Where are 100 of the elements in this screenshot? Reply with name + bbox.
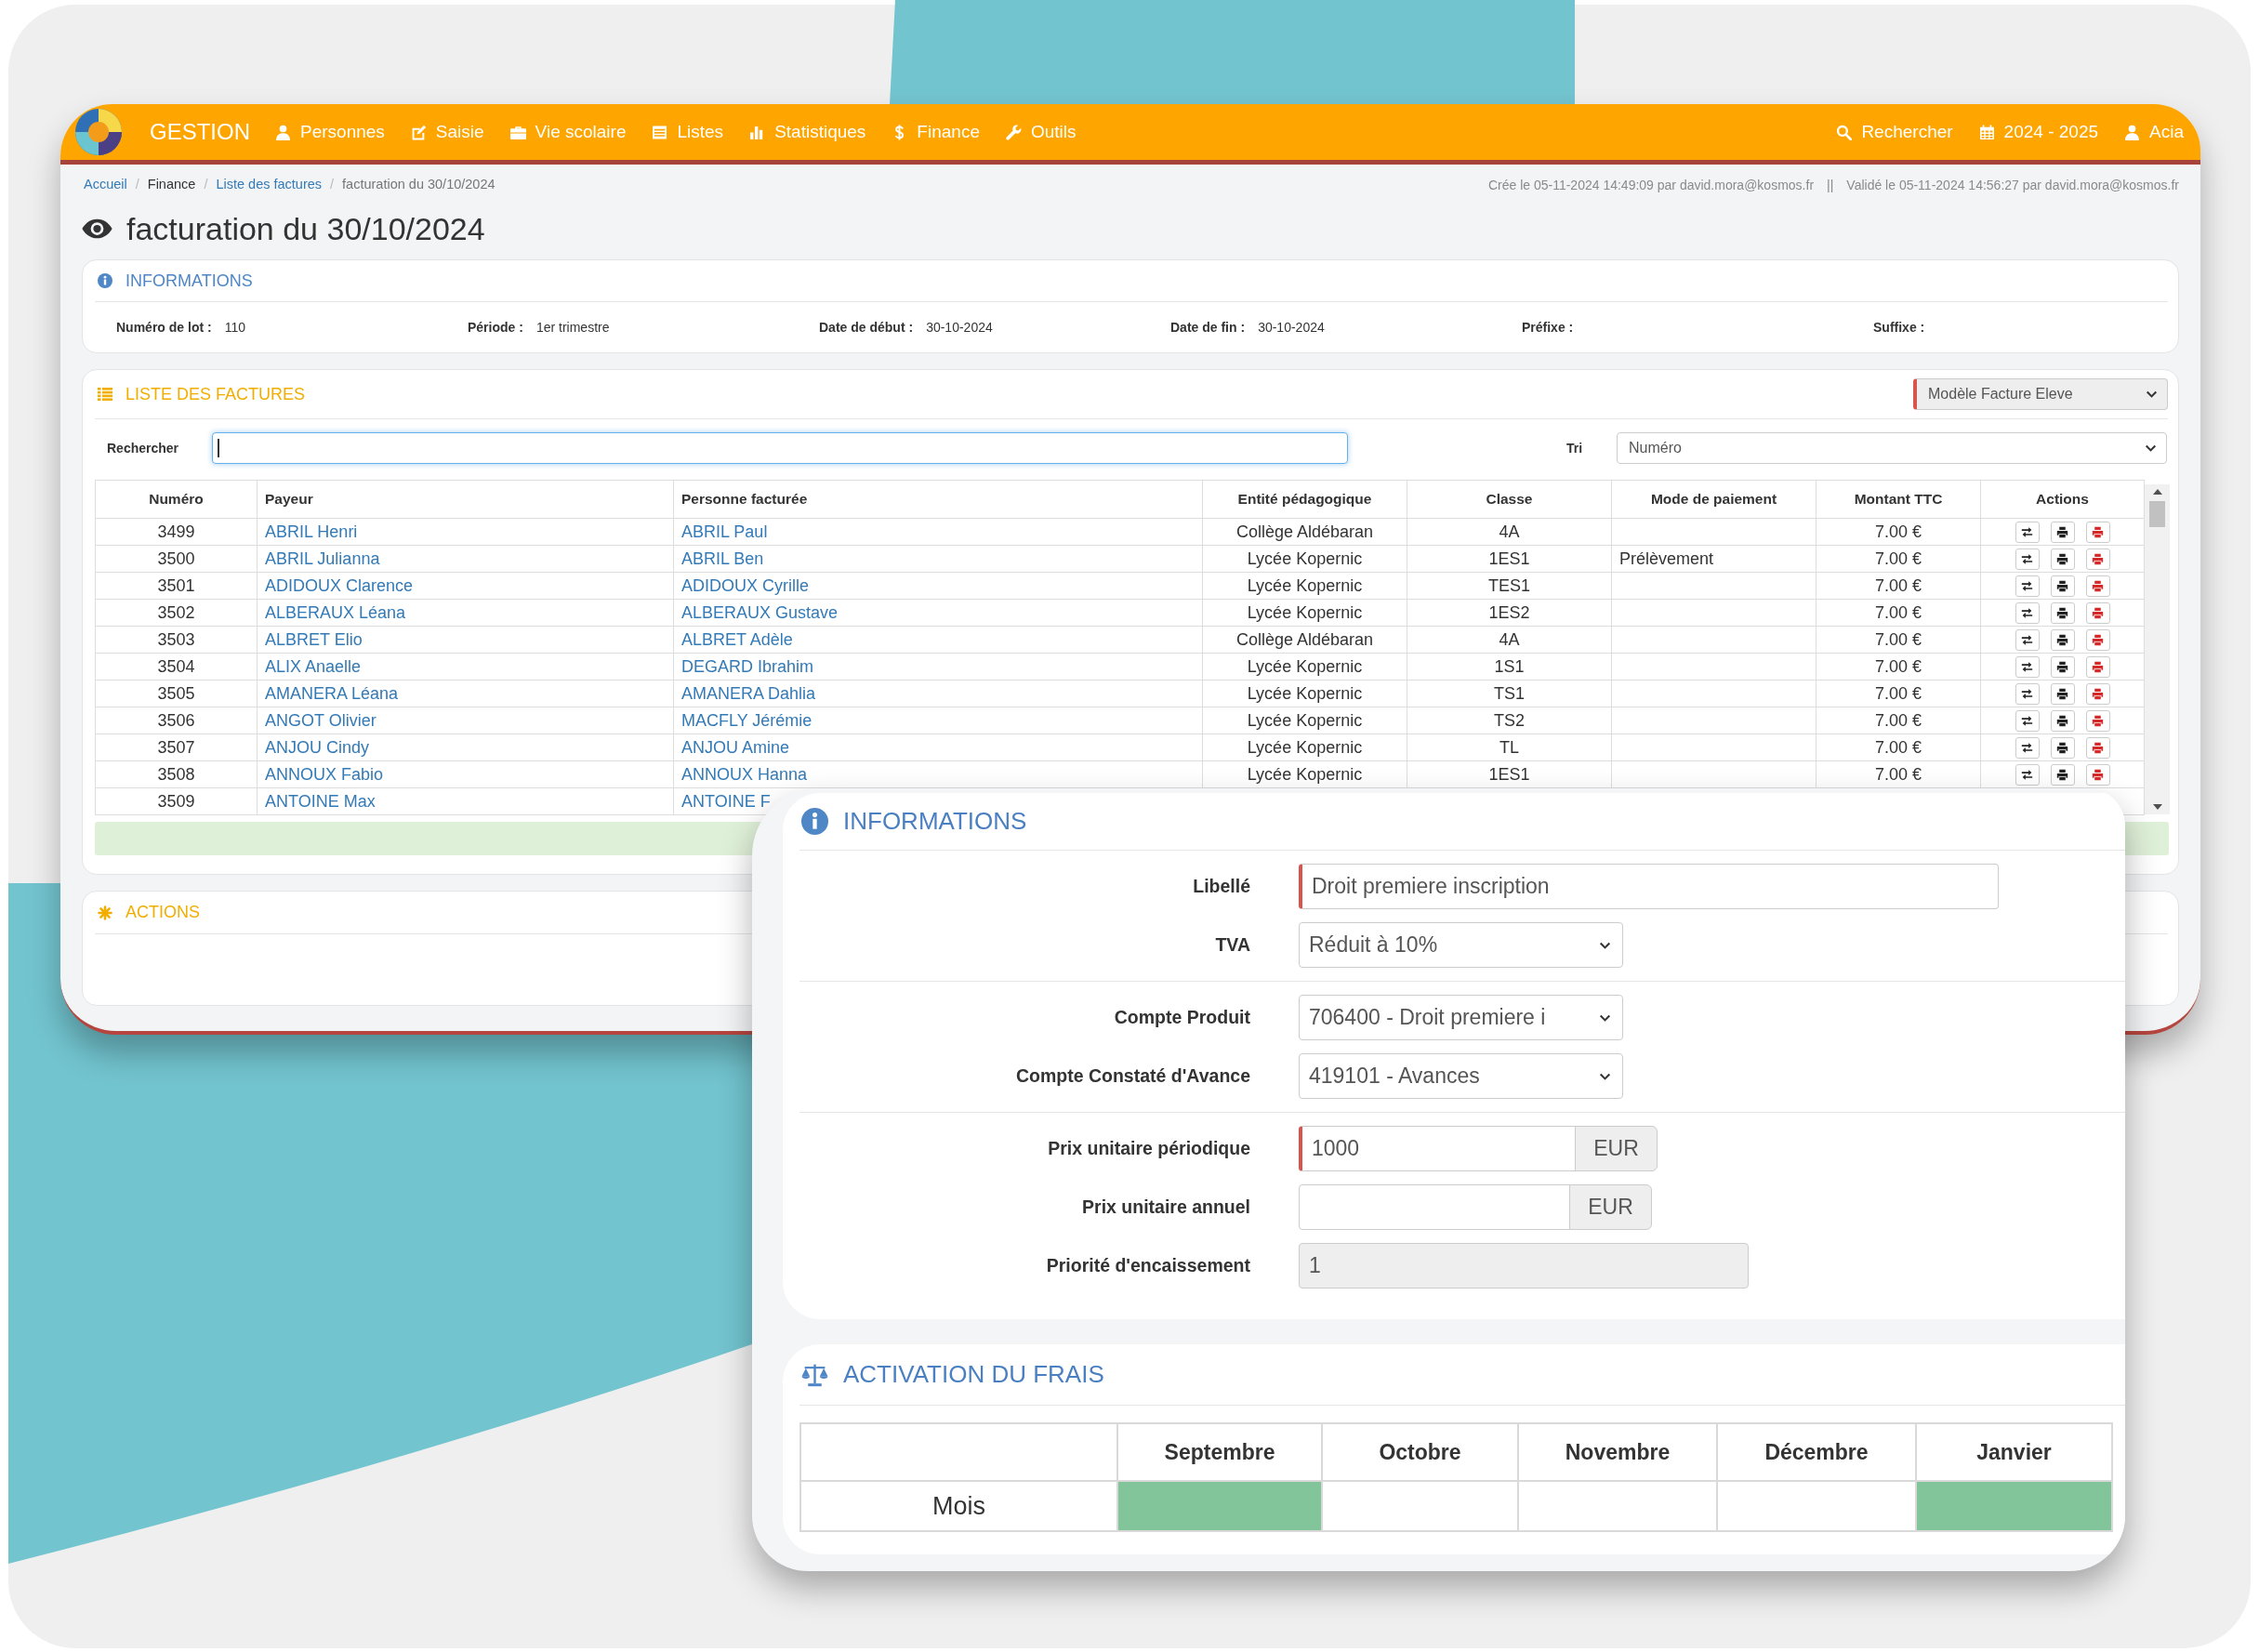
- asterisk-icon: [98, 905, 112, 920]
- table-cell: 3506: [95, 707, 258, 734]
- print-button[interactable]: [2050, 655, 2075, 678]
- breadcrumb-link[interactable]: Accueil: [84, 175, 127, 195]
- text-field[interactable]: Droit premiere inscription: [1299, 864, 1999, 909]
- print-button[interactable]: [2050, 521, 2075, 543]
- print-button[interactable]: [2050, 736, 2075, 759]
- sort-select[interactable]: Numéro: [1617, 432, 2167, 464]
- month-cell[interactable]: [1916, 1481, 2112, 1531]
- search-field[interactable]: [212, 432, 1348, 464]
- search-label: Rechercher: [107, 439, 180, 457]
- dropdown-field[interactable]: Réduit à 10%: [1299, 922, 1623, 968]
- swap-button[interactable]: [2015, 682, 2040, 705]
- printer-icon: [2092, 606, 2104, 619]
- print-button[interactable]: [2050, 628, 2075, 651]
- printer-icon: [2092, 741, 2104, 754]
- field-label: Compte Constaté d'Avance: [1014, 1064, 1250, 1088]
- table-cell: 3500: [95, 545, 258, 573]
- payer-link[interactable]: ALBRET Elio: [265, 630, 363, 649]
- billed-person-link[interactable]: ABRIL Ben: [681, 549, 764, 568]
- payer-link[interactable]: ANGOT Olivier: [265, 711, 376, 730]
- billed-person-link[interactable]: DEGARD Ibrahim: [681, 657, 814, 676]
- print-button[interactable]: [2050, 682, 2075, 705]
- validated-info: Validé le 05-11-2024 14:56:27 par david.mora@kosmos.fr: [1846, 176, 2179, 194]
- field-label: Période :: [468, 318, 523, 337]
- created-info: Crée le 05-11-2024 14:49:09 par david.mora@kosmos.fr: [1487, 176, 1815, 194]
- swap-button[interactable]: [2015, 521, 2040, 543]
- print-button[interactable]: [2050, 763, 2075, 786]
- printer-icon: [2092, 687, 2104, 700]
- table-cell: 4A: [1407, 626, 1612, 654]
- print-button[interactable]: [2050, 548, 2075, 570]
- table-cell: 1ES2: [1407, 599, 1612, 627]
- print-button[interactable]: [2050, 601, 2075, 624]
- table-cell: Lycée Kopernic: [1202, 707, 1407, 734]
- print-button[interactable]: [2050, 575, 2075, 597]
- table-cell: Lycée Kopernic: [1202, 572, 1407, 600]
- month-cell[interactable]: [1117, 1481, 1322, 1531]
- page-title: facturation du 30/10/2024: [126, 213, 485, 244]
- amount-field[interactable]: 1000: [1299, 1126, 1576, 1171]
- scrollbar-thumb[interactable]: [2149, 501, 2165, 527]
- swap-button[interactable]: [2015, 575, 2040, 597]
- month-cell[interactable]: [1518, 1481, 1717, 1531]
- printer-icon: [2056, 660, 2068, 673]
- print-button[interactable]: [2050, 709, 2075, 732]
- text-cursor-icon: [218, 439, 219, 457]
- field-label: TVA: [1214, 932, 1250, 957]
- scrollbar-track[interactable]: [2145, 484, 2170, 814]
- payer-link[interactable]: ANJOU Cindy: [265, 738, 370, 757]
- info-icon: [801, 808, 828, 835]
- billed-person-link[interactable]: ALBRET Adèle: [681, 630, 793, 649]
- table-cell: 3499: [95, 518, 258, 546]
- template-select[interactable]: Modèle Facture Eleve: [1913, 378, 2168, 410]
- printer-icon: [2092, 579, 2104, 592]
- month-header: Octobre: [1322, 1423, 1518, 1481]
- table-cell: TS2: [1407, 707, 1612, 734]
- printer-icon: [2056, 714, 2068, 727]
- dropdown-field[interactable]: 706400 - Droit premiere i: [1299, 995, 1623, 1040]
- swap-button[interactable]: [2015, 763, 2040, 786]
- swap-button[interactable]: [2015, 548, 2040, 570]
- table-cell: 7.00 €: [1816, 626, 1981, 654]
- printer-icon: [2092, 525, 2104, 538]
- breadcrumb-link[interactable]: Liste des factures: [216, 175, 323, 195]
- billed-person-link[interactable]: ADIDOUX Cyrille: [681, 576, 809, 595]
- table-cell: 7.00 €: [1816, 545, 1981, 573]
- amount-field[interactable]: [1299, 1184, 1570, 1230]
- table-cell: 3503: [95, 626, 258, 654]
- swap-button[interactable]: [2015, 628, 2040, 651]
- billed-person-link[interactable]: ANJOU Amine: [681, 738, 790, 757]
- currency-label: EUR: [1569, 1184, 1652, 1230]
- billed-person-link[interactable]: ANTOINE F: [681, 792, 771, 811]
- month-cell[interactable]: [1717, 1481, 1916, 1531]
- swap-button[interactable]: [2015, 601, 2040, 624]
- scroll-down-icon: [2152, 804, 2162, 810]
- table-cell: 7.00 €: [1816, 733, 1981, 761]
- payer-link[interactable]: ANTOINE Max: [265, 792, 376, 811]
- swap-button[interactable]: [2015, 655, 2040, 678]
- printer-icon: [2092, 714, 2104, 727]
- dropdown-field[interactable]: 419101 - Avances: [1299, 1053, 1623, 1099]
- billed-person-link[interactable]: AMANERA Dahlia: [681, 684, 816, 703]
- table-cell: TL: [1407, 733, 1612, 761]
- month-cell[interactable]: [1322, 1481, 1518, 1531]
- field-label: Compte Produit: [1113, 1005, 1250, 1029]
- payer-link[interactable]: ABRIL Henri: [265, 522, 358, 541]
- table-cell: 1ES1: [1407, 760, 1612, 788]
- table-cell: Lycée Kopernic: [1202, 653, 1407, 681]
- billed-person-link[interactable]: MACFLY Jérémie: [681, 711, 812, 730]
- billed-person-link[interactable]: ANNOUX Hanna: [681, 765, 808, 784]
- edit-icon: [410, 124, 427, 140]
- payer-link[interactable]: ALIX Anaelle: [265, 657, 362, 676]
- breadcrumb-separator: /: [330, 176, 335, 194]
- payer-link[interactable]: ANNOUX Fabio: [265, 765, 384, 784]
- billed-person-link[interactable]: ALBERAUX Gustave: [681, 603, 839, 622]
- billed-person-link[interactable]: ABRIL Paul: [681, 522, 768, 541]
- column-header: Actions: [1980, 480, 2145, 519]
- month-header: Décembre: [1717, 1423, 1916, 1481]
- swap-button[interactable]: [2015, 736, 2040, 759]
- column-header: Mode de paiement: [1611, 480, 1816, 519]
- field-value: 110: [224, 318, 245, 337]
- payer-link[interactable]: ABRIL Julianna: [265, 549, 380, 568]
- swap-button[interactable]: [2015, 709, 2040, 732]
